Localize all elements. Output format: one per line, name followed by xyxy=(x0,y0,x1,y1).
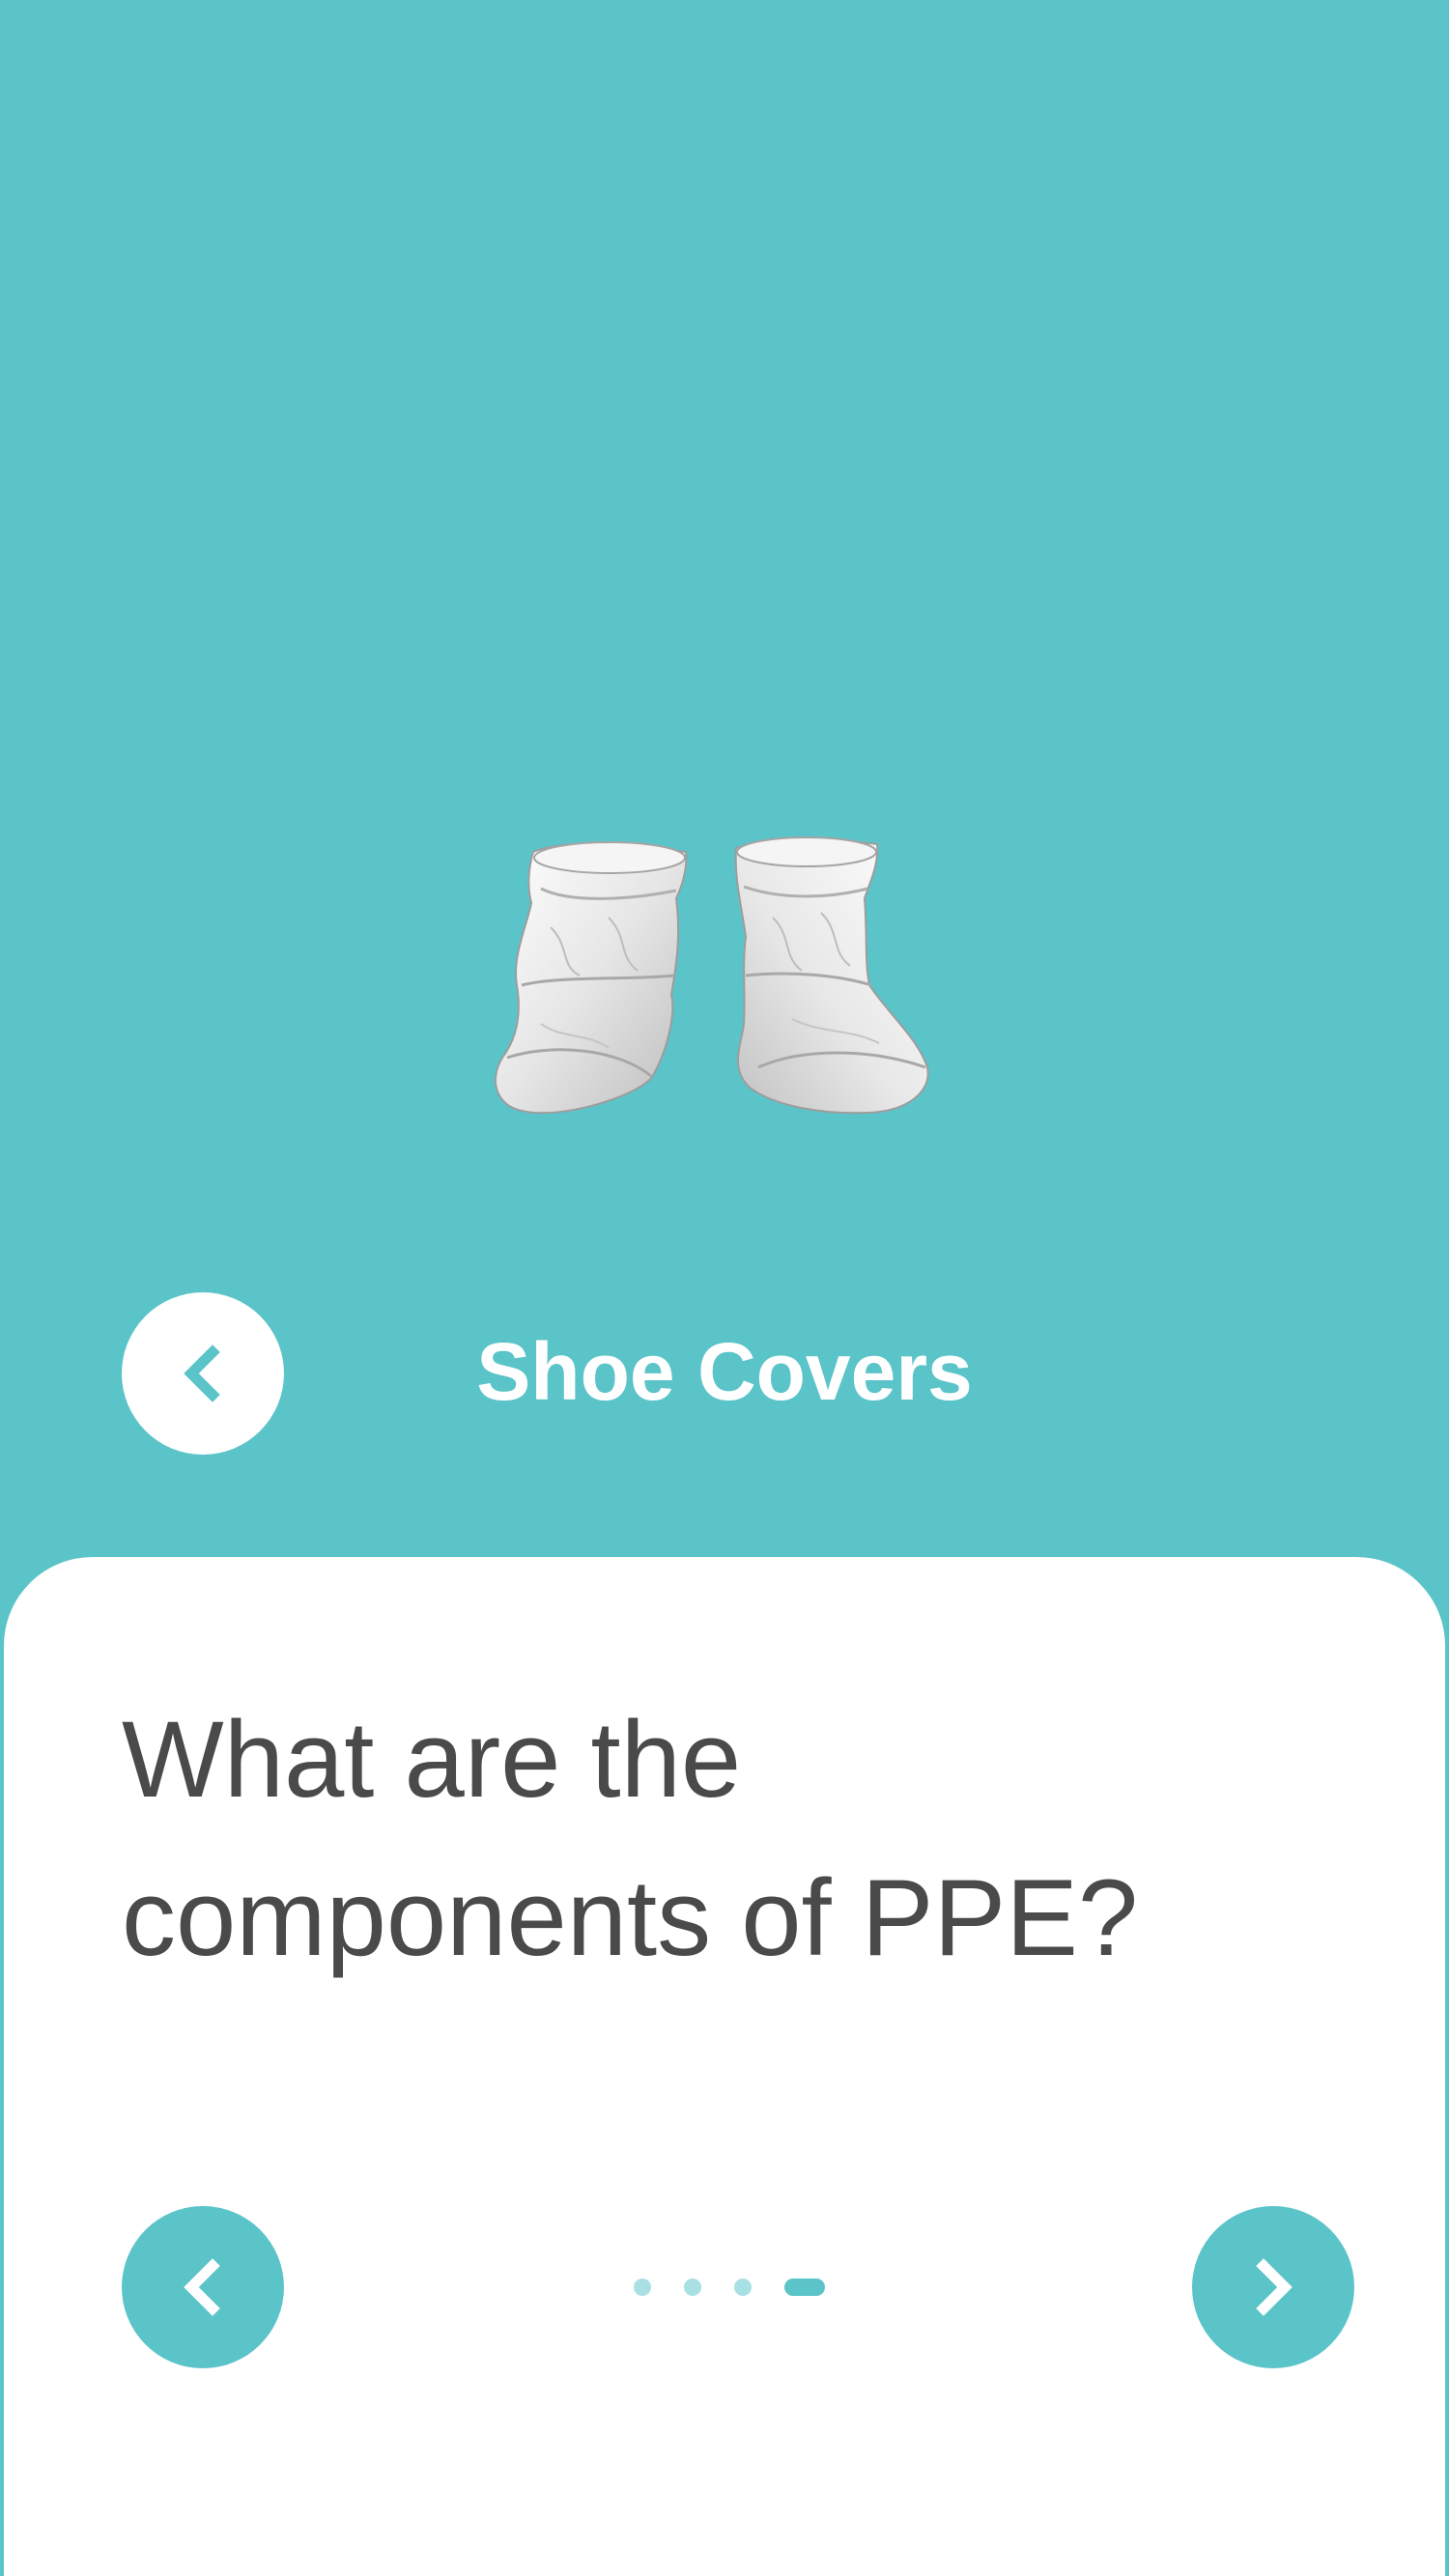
screen: Shoe Covers What are the components of P… xyxy=(0,0,1449,2576)
page-dot-active xyxy=(784,2279,825,2296)
question-text: What are the components of PPE? xyxy=(122,1699,1139,1978)
next-button[interactable] xyxy=(1192,2206,1354,2368)
page-dot xyxy=(734,2279,752,2296)
previous-button[interactable] xyxy=(122,2206,284,2368)
page-title: Shoe Covers xyxy=(476,1326,973,1417)
shoe-covers-image xyxy=(494,836,929,1115)
page-dot xyxy=(634,2279,651,2296)
page-dot xyxy=(684,2279,701,2296)
chevron-left-icon xyxy=(184,2258,220,2316)
page-indicator xyxy=(634,2278,825,2297)
chevron-right-icon xyxy=(1256,2258,1293,2316)
